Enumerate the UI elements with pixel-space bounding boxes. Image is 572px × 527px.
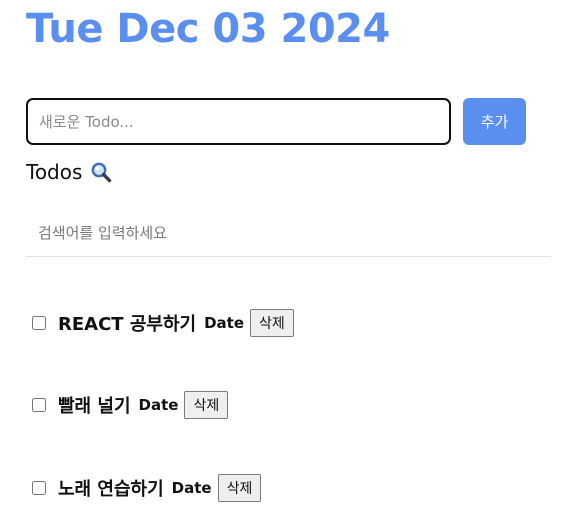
todo-text: 빨래 널기: [58, 396, 131, 417]
todo-text: 노래 연습하기: [58, 479, 164, 500]
todo-editor: 추가: [26, 98, 526, 145]
todo-checkbox[interactable]: [32, 398, 46, 412]
todo-list-heading: Todos: [26, 160, 112, 184]
todo-list-title: Todos: [26, 160, 83, 184]
delete-todo-button[interactable]: 삭제: [250, 309, 294, 337]
todo-item: 노래 연습하기 Date 삭제: [30, 472, 262, 504]
todo-date: Date: [138, 396, 179, 414]
search-input[interactable]: [26, 209, 551, 257]
delete-todo-button[interactable]: 삭제: [184, 391, 229, 419]
todo-app: Tue Dec 03 2024 추가 Todos REACT 공부하기 Date…: [0, 0, 572, 527]
delete-todo-button[interactable]: 삭제: [217, 474, 262, 502]
todo-item: REACT 공부하기 Date 삭제: [30, 307, 294, 339]
new-todo-input[interactable]: [26, 98, 451, 145]
magnifier-icon: [90, 161, 112, 183]
todo-date: Date: [204, 314, 245, 332]
todo-checkbox[interactable]: [32, 481, 46, 495]
todo-item: 빨래 널기 Date 삭제: [30, 389, 229, 421]
todo-date: Date: [171, 479, 212, 497]
add-todo-button[interactable]: 추가: [463, 98, 526, 145]
todo-checkbox[interactable]: [32, 316, 46, 330]
todo-text: REACT 공부하기: [58, 314, 197, 335]
page-title-date: Tue Dec 03 2024: [26, 6, 390, 52]
